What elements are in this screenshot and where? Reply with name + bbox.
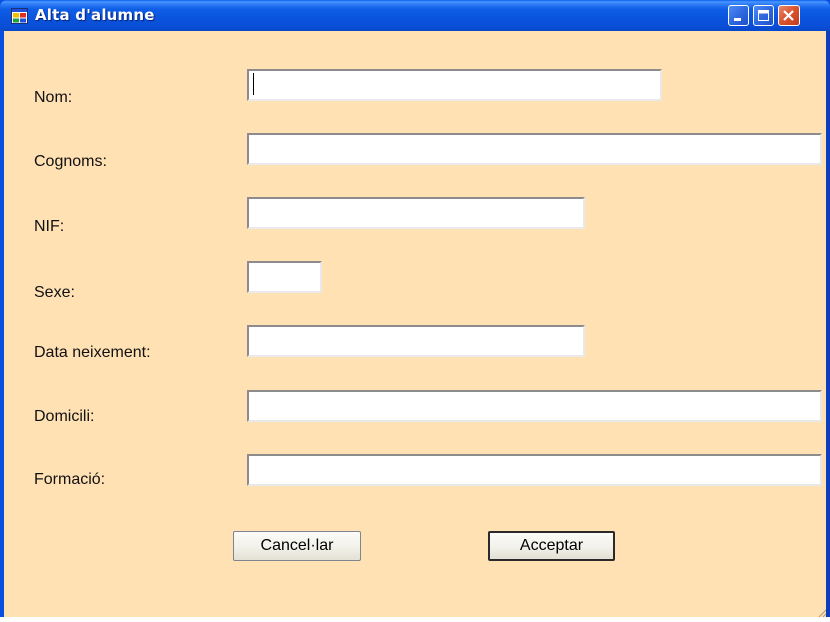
maximize-icon [758, 10, 769, 21]
form-body: Nom: Cognoms: NIF: Sexe: Data neixement:… [4, 31, 830, 618]
domicili-label: Domicili: [34, 408, 95, 425]
nif-input[interactable] [247, 197, 585, 229]
close-icon [783, 10, 794, 21]
data-neixement-input[interactable] [247, 325, 585, 357]
accept-button[interactable]: Acceptar [488, 531, 615, 561]
nom-input[interactable] [247, 69, 662, 101]
cognoms-label: Cognoms: [34, 153, 107, 170]
close-button[interactable] [778, 5, 800, 26]
nom-label: Nom: [34, 89, 73, 106]
title-bar[interactable]: Alta d'alumne [0, 0, 830, 31]
cancel-button[interactable]: Cancel·lar [233, 531, 361, 561]
text-caret [253, 73, 254, 95]
window-title: Alta d'alumne [35, 6, 155, 24]
windows-form-icon[interactable] [11, 8, 28, 24]
sexe-label: Sexe: [34, 284, 75, 301]
domicili-input[interactable] [247, 390, 822, 422]
sexe-input[interactable] [247, 261, 322, 293]
formacio-label: Formació: [34, 471, 106, 488]
maximize-button[interactable] [753, 5, 774, 26]
data-neixement-label: Data neixement: [34, 344, 151, 361]
window-border-right[interactable] [826, 31, 830, 617]
cognoms-input[interactable] [247, 133, 822, 165]
nif-label: NIF: [34, 218, 65, 235]
minimize-button[interactable] [728, 5, 749, 26]
formacio-input[interactable] [247, 454, 822, 486]
minimize-icon [734, 18, 741, 21]
dialog-window: Alta d'alumne Nom: Cognoms: NIF: Sexe: D… [0, 0, 830, 618]
